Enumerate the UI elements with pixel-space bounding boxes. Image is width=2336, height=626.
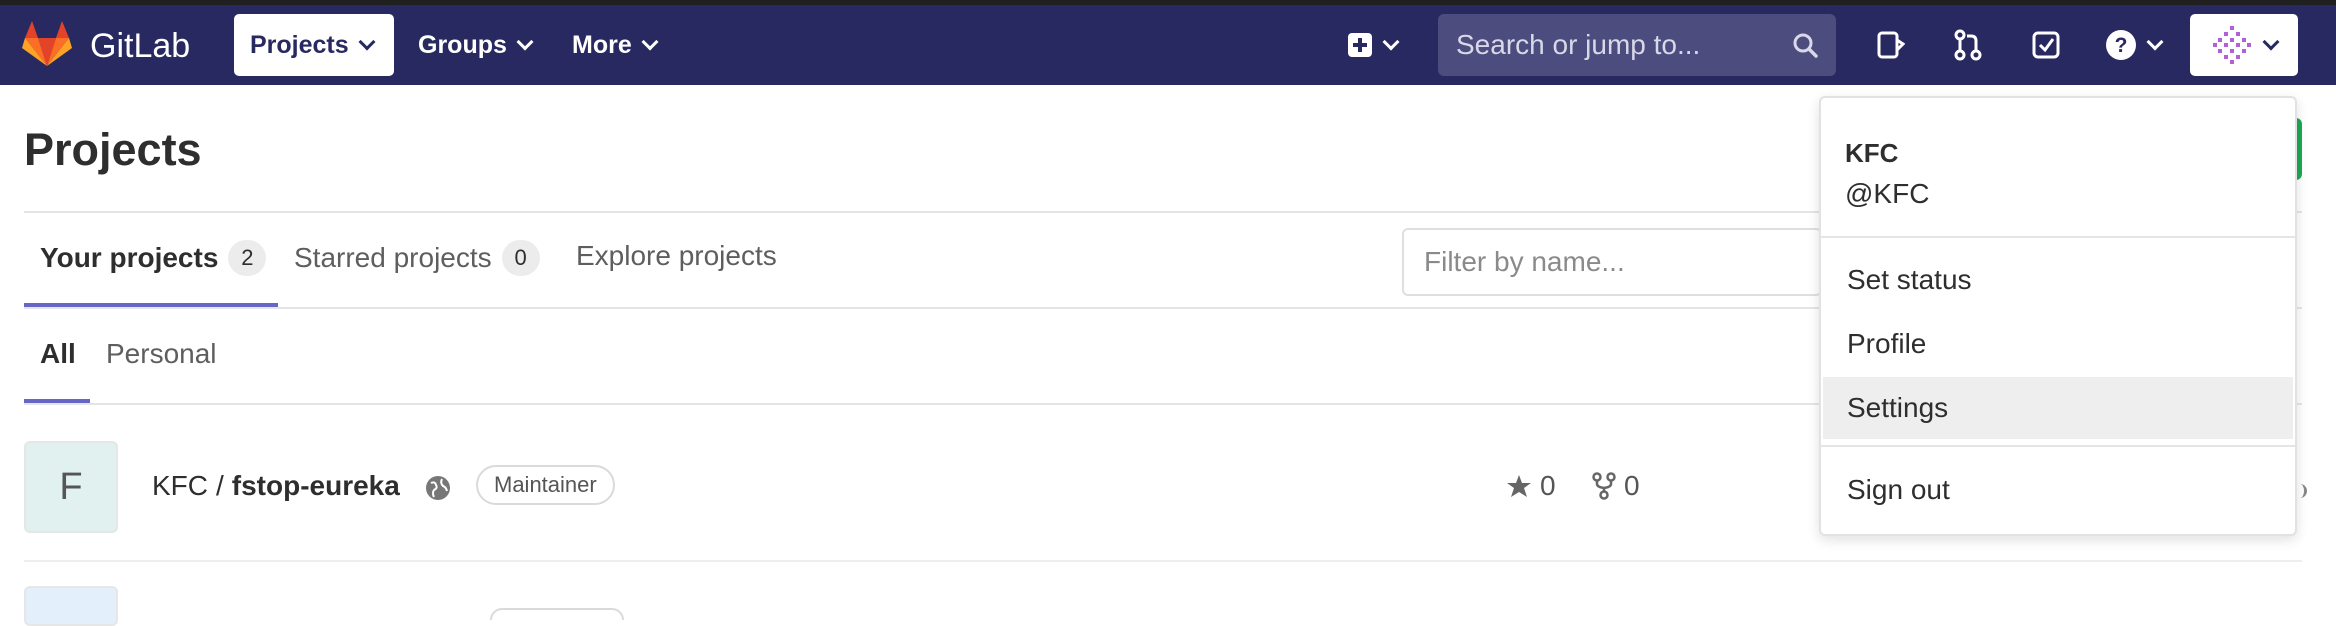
tab-count-badge: 0: [501, 240, 540, 276]
tab-label: Explore projects: [576, 240, 777, 271]
tab-your-projects[interactable]: Your projects 2: [40, 240, 267, 276]
nav-more-dropdown[interactable]: More: [556, 14, 672, 76]
forks-count: 0: [1624, 470, 1640, 501]
subtab-label: All: [40, 338, 76, 369]
project-title-link[interactable]: KFC / fstop-eureka: [152, 470, 400, 502]
project-row-divider: [24, 560, 2302, 562]
menu-item-sign-out[interactable]: Sign out: [1823, 459, 2293, 521]
role-label: Maintainer: [494, 472, 597, 497]
chevron-down-icon: [516, 33, 534, 51]
page-title: Projects: [24, 124, 202, 175]
project-stars-link[interactable]: 0: [1506, 470, 1556, 502]
search-placeholder: Search or jump to...: [1456, 29, 1701, 60]
clipboard-icon: [1877, 31, 1905, 59]
todos-clipboard-button[interactable]: [1868, 19, 1912, 71]
top-navbar: GitLab Projects Groups More Search or ju…: [0, 5, 2336, 85]
subtab-all[interactable]: All: [40, 338, 76, 370]
globe-icon: [426, 476, 450, 500]
svg-text:?: ?: [2115, 34, 2128, 57]
menu-divider: [1821, 236, 2295, 238]
check-square-icon: [2032, 31, 2060, 59]
merge-request-icon: [1954, 29, 1982, 61]
menu-item-settings[interactable]: Settings: [1823, 377, 2293, 439]
chevron-down-icon: [2146, 33, 2164, 51]
user-menu-button[interactable]: [2190, 14, 2298, 76]
nav-groups-dropdown[interactable]: Groups: [402, 14, 547, 76]
tab-starred-projects[interactable]: Starred projects 0: [294, 240, 540, 276]
nav-projects-dropdown[interactable]: Projects: [234, 14, 394, 76]
menu-item-profile[interactable]: Profile: [1823, 313, 2293, 375]
chevron-down-icon: [1382, 33, 1400, 51]
path-separator: /: [216, 470, 224, 501]
menu-divider: [1821, 445, 2295, 447]
nav-groups-label: Groups: [418, 30, 507, 59]
chevron-down-icon: [358, 33, 376, 51]
tab-label: Starred projects: [294, 242, 492, 273]
fork-icon: [1592, 472, 1616, 500]
nav-more-label: More: [572, 30, 632, 59]
project-avatar[interactable]: F: [24, 441, 118, 533]
project-name: fstop-eureka: [231, 470, 400, 501]
gitlab-logo-icon[interactable]: [22, 21, 72, 67]
search-icon: [1793, 33, 1818, 58]
star-icon: [1507, 475, 1531, 497]
subtab-personal[interactable]: Personal: [106, 338, 217, 370]
merge-requests-button[interactable]: [1946, 19, 1990, 71]
chevron-down-icon: [641, 33, 659, 51]
project-row-trailing-icon: [2296, 484, 2307, 498]
filter-by-name-input[interactable]: Filter by name...: [1402, 228, 1822, 296]
new-item-dropdown[interactable]: [1336, 19, 1408, 71]
subtab-label: Personal: [106, 338, 217, 369]
help-dropdown[interactable]: ?: [2100, 19, 2166, 71]
tab-explore-projects[interactable]: Explore projects: [576, 240, 777, 272]
global-search-input[interactable]: Search or jump to...: [1438, 14, 1836, 76]
plus-square-icon: [1348, 33, 1372, 57]
project-forks-link[interactable]: 0: [1592, 470, 1640, 502]
user-dropdown-menu: KFC @KFC Set status Profile Settings Sig…: [1819, 96, 2297, 536]
user-username: @KFC: [1845, 178, 1930, 209]
tab-count-badge: 2: [228, 240, 267, 276]
menu-item-set-status[interactable]: Set status: [1823, 249, 2293, 311]
nav-projects-label: Projects: [250, 30, 349, 59]
help-icon: ?: [2106, 30, 2136, 60]
project-namespace: KFC: [152, 470, 208, 501]
chevron-down-icon: [2262, 33, 2280, 51]
tab-label: Your projects: [40, 242, 219, 273]
project-avatar[interactable]: [24, 586, 118, 626]
user-display-name: KFC: [1845, 138, 1899, 168]
stars-count: 0: [1540, 470, 1556, 501]
issues-todos-button[interactable]: [2024, 19, 2068, 71]
role-badge: [490, 608, 624, 620]
user-avatar: [2213, 26, 2251, 64]
role-badge: Maintainer: [476, 465, 615, 505]
project-avatar-letter: F: [59, 465, 83, 508]
filter-placeholder: Filter by name...: [1424, 246, 1625, 277]
brand-name[interactable]: GitLab: [90, 27, 190, 66]
